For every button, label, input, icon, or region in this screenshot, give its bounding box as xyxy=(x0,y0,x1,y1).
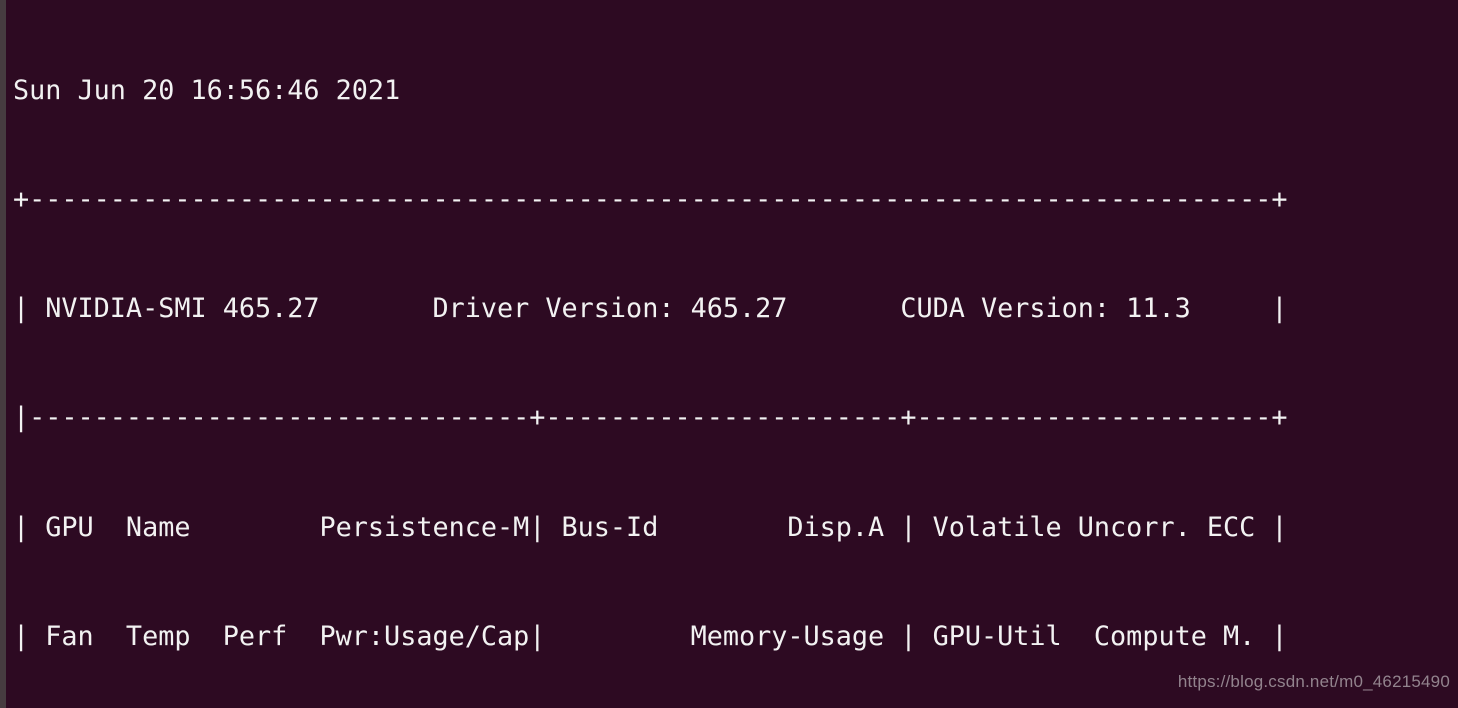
summary-top-border: +---------------------------------------… xyxy=(13,184,1288,216)
window-left-gutter xyxy=(0,0,6,708)
summary-version-line: | NVIDIA-SMI 465.27 Driver Version: 465.… xyxy=(13,293,1288,325)
summary-divider: |-------------------------------+-------… xyxy=(13,402,1288,434)
output-line-timestamp: Sun Jun 20 16:56:46 2021 xyxy=(13,74,401,106)
terminal-window[interactable]: Sun Jun 20 16:56:46 2021 +--------------… xyxy=(0,0,1458,708)
terminal-output: Sun Jun 20 16:56:46 2021 +--------------… xyxy=(13,0,1433,708)
summary-column-header-1: | GPU Name Persistence-M| Bus-Id Disp.A … xyxy=(13,511,1288,543)
summary-column-header-2: | Fan Temp Perf Pwr:Usage/Cap| Memory-Us… xyxy=(13,620,1288,652)
